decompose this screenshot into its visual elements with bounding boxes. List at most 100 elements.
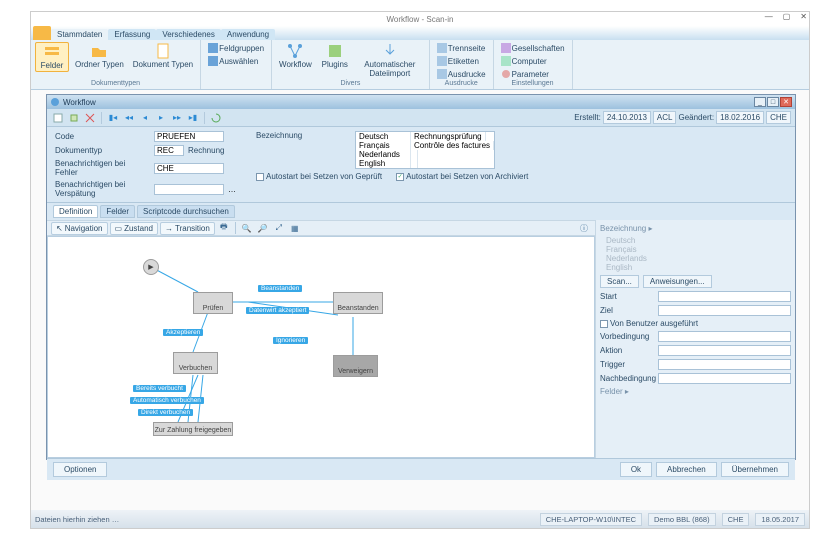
tag-akzeptieren[interactable]: Akzeptieren: [163, 329, 203, 336]
gear-icon: [501, 69, 511, 79]
code-input[interactable]: PRUEFEN: [154, 131, 224, 142]
lookup-icon[interactable]: …: [228, 185, 236, 194]
acl-button[interactable]: ACL: [653, 111, 677, 124]
tag-ignorieren[interactable]: Ignorieren: [273, 337, 308, 344]
tool-zoom-out[interactable]: 🔎: [256, 221, 270, 235]
company-icon: [501, 43, 511, 53]
tag-autoverb[interactable]: Automatisch verbuchen: [130, 397, 204, 404]
node-pruefen[interactable]: Prüfen: [193, 292, 233, 314]
tab-erfassung[interactable]: Erfassung: [108, 29, 156, 40]
props-scan-button[interactable]: Scan...: [600, 275, 639, 288]
tool-new[interactable]: [51, 111, 65, 125]
tag-datenwirt[interactable]: Datenwirt akzeptiert: [246, 307, 309, 314]
ribbon-workflow[interactable]: Workflow: [276, 42, 315, 79]
separator-icon: [437, 43, 447, 53]
ribbon-etiketten[interactable]: Etiketten: [434, 55, 489, 67]
dialog-maximize[interactable]: □: [767, 97, 779, 107]
props-section-bez[interactable]: Bezeichnung ▸: [600, 224, 791, 233]
options-button[interactable]: Optionen: [53, 462, 107, 477]
prop-start-input[interactable]: [658, 291, 791, 302]
doctype-code-input[interactable]: REC: [154, 145, 184, 156]
notify-error-input[interactable]: CHE: [154, 163, 224, 174]
ok-button[interactable]: Ok: [620, 462, 652, 477]
ribbon-parameter[interactable]: Parameter: [498, 68, 568, 80]
node-verbuchen[interactable]: Verbuchen: [173, 352, 218, 374]
tool-print[interactable]: 🖶: [217, 221, 231, 235]
nav-next[interactable]: ▸: [154, 111, 168, 125]
dialog-close[interactable]: ✕: [780, 97, 792, 107]
maximize-button[interactable]: ▢: [783, 12, 791, 21]
tool-info[interactable]: ⓘ: [577, 221, 591, 235]
tool-center[interactable]: ▦: [288, 221, 302, 235]
ribbon-computer[interactable]: Computer: [498, 55, 568, 67]
nav-prev-page[interactable]: ◂◂: [122, 111, 136, 125]
subtab-definition[interactable]: Definition: [53, 205, 98, 218]
props-section-felder[interactable]: Felder ▸: [600, 387, 791, 396]
node-start[interactable]: ▶: [143, 259, 159, 275]
code-label: Code: [55, 132, 150, 141]
autostart-archiviert-checkbox[interactable]: ✓ Autostart bei Setzen von Archiviert: [396, 172, 528, 181]
node-beanstanden[interactable]: Beanstanden: [333, 292, 383, 314]
prop-nachbed-input[interactable]: [658, 373, 791, 384]
tool-refresh[interactable]: [209, 111, 223, 125]
node-verweigern[interactable]: Verweigern: [333, 355, 378, 377]
ribbon-auto-import[interactable]: Automatischer Dateiimport: [355, 42, 425, 79]
prop-aktion-input[interactable]: [658, 345, 791, 356]
ribbon-auswaehlen[interactable]: Auswählen: [205, 55, 267, 67]
ribbon-ordner-typen[interactable]: Ordner Typen: [72, 42, 127, 72]
nav-next-page[interactable]: ▸▸: [170, 111, 184, 125]
notify-late-input[interactable]: [154, 184, 224, 195]
ribbon-felder[interactable]: Felder: [35, 42, 69, 72]
ribbon-ausdrucke[interactable]: Ausdrucke: [434, 68, 489, 80]
mode-navigation[interactable]: ↖ Navigation: [51, 222, 108, 235]
computer-icon: [501, 56, 511, 66]
document-icon: [155, 43, 171, 59]
ribbon-dokument-typen[interactable]: Dokument Typen: [130, 42, 196, 72]
list-icon: [208, 56, 218, 66]
ribbon-feldgruppen[interactable]: Feldgruppen: [205, 42, 267, 54]
dialog-minimize[interactable]: _: [754, 97, 766, 107]
autostart-geprueft-checkbox[interactable]: Autostart bei Setzen von Geprüft: [256, 172, 382, 181]
prop-nachbed-label: Nachbedingung: [600, 374, 655, 383]
prop-vorbed-input[interactable]: [658, 331, 791, 342]
subtab-scriptcode[interactable]: Scriptcode durchsuchen: [137, 205, 235, 218]
mode-transition[interactable]: → Transition: [160, 222, 215, 235]
ribbon-trennseite[interactable]: Trennseite: [434, 42, 489, 54]
nav-first[interactable]: ▮◂: [106, 111, 120, 125]
minimize-button[interactable]: —: [765, 12, 773, 21]
mode-zustand[interactable]: ▭ Zustand: [110, 222, 158, 235]
nav-last[interactable]: ▸▮: [186, 111, 200, 125]
app-menu-button[interactable]: [33, 26, 51, 40]
workflow-canvas[interactable]: ▶ Prüfen Verbuchen Zur Zahlung freigegeb…: [47, 236, 595, 458]
node-zur-zahlung[interactable]: Zur Zahlung freigegeben: [153, 422, 233, 436]
subtab-felder[interactable]: Felder: [100, 205, 135, 218]
tab-stammdaten[interactable]: Stammdaten: [51, 29, 108, 40]
tool-delete[interactable]: [83, 111, 97, 125]
prop-trigger-input[interactable]: [658, 359, 791, 370]
status-user: CHE: [722, 513, 750, 526]
tag-beanstanden[interactable]: Beanstanden: [258, 285, 302, 292]
tag-direktverb[interactable]: Direkt verbuchen: [138, 409, 193, 416]
status-bar: Dateien hierhin ziehen … CHE-LAPTOP-W10\…: [31, 510, 809, 528]
tool-copy[interactable]: [67, 111, 81, 125]
language-grid[interactable]: DeutschRechnungsprüfung FrançaisContrôle…: [355, 131, 495, 169]
prop-ziel-input[interactable]: [658, 305, 791, 316]
tag-bereits[interactable]: Bereits verbucht: [133, 385, 186, 392]
props-anweisungen-button[interactable]: Anweisungen...: [643, 275, 712, 288]
created-label: Erstellt:: [574, 113, 601, 122]
ribbon-gesellschaften[interactable]: Gesellschaften: [498, 42, 568, 54]
prop-vonbenutzer-checkbox[interactable]: Von Benutzer ausgeführt: [600, 319, 791, 328]
tab-verschiedenes[interactable]: Verschiedenes: [156, 29, 220, 40]
modified-date: 18.02.2016: [716, 111, 764, 124]
prop-trigger-label: Trigger: [600, 360, 655, 369]
close-button[interactable]: ✕: [800, 12, 807, 21]
tool-zoom-in[interactable]: 🔍: [240, 221, 254, 235]
tool-fit[interactable]: ⤢: [272, 221, 286, 235]
apply-button[interactable]: Übernehmen: [721, 462, 789, 477]
nav-prev[interactable]: ◂: [138, 111, 152, 125]
prop-ziel-label: Ziel: [600, 306, 655, 315]
tab-anwendung[interactable]: Anwendung: [221, 29, 275, 40]
workflow-dialog: Workflow _ □ ✕ ▮◂ ◂◂ ◂ ▸ ▸▸ ▸▮ Erstellt:…: [46, 94, 796, 460]
cancel-button[interactable]: Abbrechen: [656, 462, 717, 477]
ribbon-plugins[interactable]: Plugins: [318, 42, 352, 79]
